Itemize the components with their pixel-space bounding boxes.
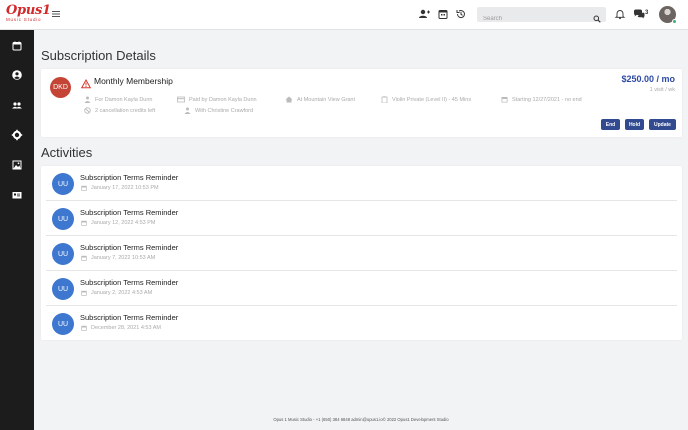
calendar-small-icon — [81, 220, 87, 226]
activity-title: Subscription Terms Reminder — [80, 313, 179, 322]
ban-icon — [84, 107, 91, 114]
meta-teacher: With Christine Crawford — [184, 107, 253, 114]
calendar-icon[interactable] — [437, 8, 449, 20]
activity-avatar: UU — [52, 208, 74, 230]
activity-avatar: UU — [52, 173, 74, 195]
online-status-indicator — [672, 19, 677, 24]
activity-item[interactable]: UU Subscription Terms Reminder January 2… — [46, 271, 677, 306]
activity-item[interactable]: UU Subscription Terms Reminder January 1… — [46, 201, 677, 236]
starting-text: Starting 12/27/2021 - no end — [512, 96, 582, 103]
activity-date: January 2, 2022 4:53 AM — [81, 290, 152, 296]
meta-lesson: Violin Private (Level II) - 45 Mins — [381, 96, 471, 103]
logo-text: Opus1 — [6, 3, 51, 18]
subscription-details-heading: Subscription Details — [41, 48, 156, 63]
warning-icon — [80, 76, 92, 89]
teacher-icon — [184, 107, 191, 114]
logo-subtext: Music Studio — [6, 17, 42, 22]
activity-title: Subscription Terms Reminder — [80, 278, 179, 287]
meta-location: At Mountain View Grant — [285, 96, 355, 103]
subscription-card: DKD Monthly Membership $250.00 / mo 1 vi… — [41, 69, 682, 137]
calendar-small-icon — [81, 290, 87, 296]
meta-starting: Starting 12/27/2021 - no end — [501, 96, 582, 103]
member-avatar: DKD — [50, 77, 71, 98]
visit-frequency: 1 visit / wk — [649, 87, 675, 93]
activity-item[interactable]: UU Subscription Terms Reminder December … — [46, 306, 677, 341]
activity-avatar: UU — [52, 278, 74, 300]
sidebar-users-icon[interactable] — [11, 99, 23, 111]
lesson-text: Violin Private (Level II) - 45 Mins — [392, 96, 472, 103]
teacher-text: With Christine Crawford — [195, 107, 254, 114]
end-button[interactable]: End — [601, 119, 620, 130]
plan-name: Monthly Membership — [94, 76, 173, 86]
activity-title: Subscription Terms Reminder — [80, 243, 179, 252]
activity-date-text: January 12, 2022 4:53 PM — [91, 220, 156, 226]
activity-date-text: January 17, 2022 10:53 PM — [91, 185, 159, 191]
opus1-logo[interactable]: Opus1 Music Studio — [6, 3, 51, 26]
activity-avatar: UU — [52, 313, 74, 335]
message-count-badge: 3 — [645, 10, 649, 16]
activities-list: UU Subscription Terms Reminder January 1… — [41, 166, 682, 340]
sidebar-user-circle-icon[interactable] — [11, 69, 23, 81]
activities-heading: Activities — [41, 145, 93, 160]
history-icon[interactable] — [455, 8, 467, 20]
activity-item[interactable]: UU Subscription Terms Reminder January 7… — [46, 236, 677, 271]
paid-by-text: Paid by Damon Kayla Dunn — [189, 96, 257, 103]
hold-button[interactable]: Hold — [625, 119, 644, 130]
footer: Opus 1 Music Studio - +1 (650) 384 6848 … — [273, 417, 449, 422]
sidebar — [0, 30, 34, 430]
sidebar-image-icon[interactable] — [11, 159, 23, 171]
activity-title: Subscription Terms Reminder — [80, 208, 179, 217]
calendar-small-icon — [501, 97, 508, 103]
add-user-icon[interactable] — [418, 8, 430, 20]
activity-date: January 12, 2022 4:53 PM — [81, 220, 156, 226]
update-button[interactable]: Update — [649, 119, 676, 130]
activity-avatar: UU — [52, 243, 74, 265]
activity-title: Subscription Terms Reminder — [80, 173, 179, 182]
calendar-small-icon — [81, 255, 87, 261]
meta-credits: 2 cancellation credits left — [84, 107, 155, 114]
location-text: At Mountain View Grant — [297, 96, 355, 103]
activity-date-text: January 2, 2022 4:53 AM — [91, 290, 153, 296]
activity-date: December 28, 2021 4:53 AM — [81, 325, 161, 331]
person-icon — [84, 96, 91, 103]
meta-paid-by: Paid by Damon Kayla Dunn — [177, 96, 257, 103]
sidebar-id-card-icon[interactable] — [11, 189, 23, 201]
search-icon[interactable] — [593, 10, 601, 23]
search-input[interactable] — [477, 11, 587, 27]
bell-icon[interactable] — [614, 8, 626, 20]
activity-item[interactable]: UU Subscription Terms Reminder January 1… — [46, 166, 677, 201]
clipboard-icon — [381, 96, 388, 103]
calendar-small-icon — [81, 325, 87, 331]
chat-icon[interactable] — [633, 8, 645, 20]
activity-date-text: December 28, 2021 4:53 AM — [91, 325, 162, 331]
sidebar-calendar-icon[interactable] — [11, 40, 23, 52]
top-bar: Opus1 Music Studio 3 — [0, 0, 688, 30]
plan-price: $250.00 / mo — [621, 74, 675, 84]
home-icon — [285, 96, 293, 103]
calendar-small-icon — [81, 185, 87, 191]
meta-for: For Damon Kayla Dunn — [84, 96, 152, 103]
credits-text: 2 cancellation credits left — [95, 107, 156, 114]
credit-card-icon — [177, 96, 185, 103]
activity-date: January 17, 2022 10:53 PM — [81, 185, 159, 191]
activity-date: January 7, 2022 10:53 AM — [81, 255, 155, 261]
sidebar-gear-icon[interactable] — [11, 129, 23, 141]
search-box — [477, 7, 606, 27]
for-text: For Damon Kayla Dunn — [95, 96, 153, 103]
menu-toggle-icon[interactable] — [51, 9, 61, 19]
activity-date-text: January 7, 2022 10:53 AM — [91, 255, 156, 261]
